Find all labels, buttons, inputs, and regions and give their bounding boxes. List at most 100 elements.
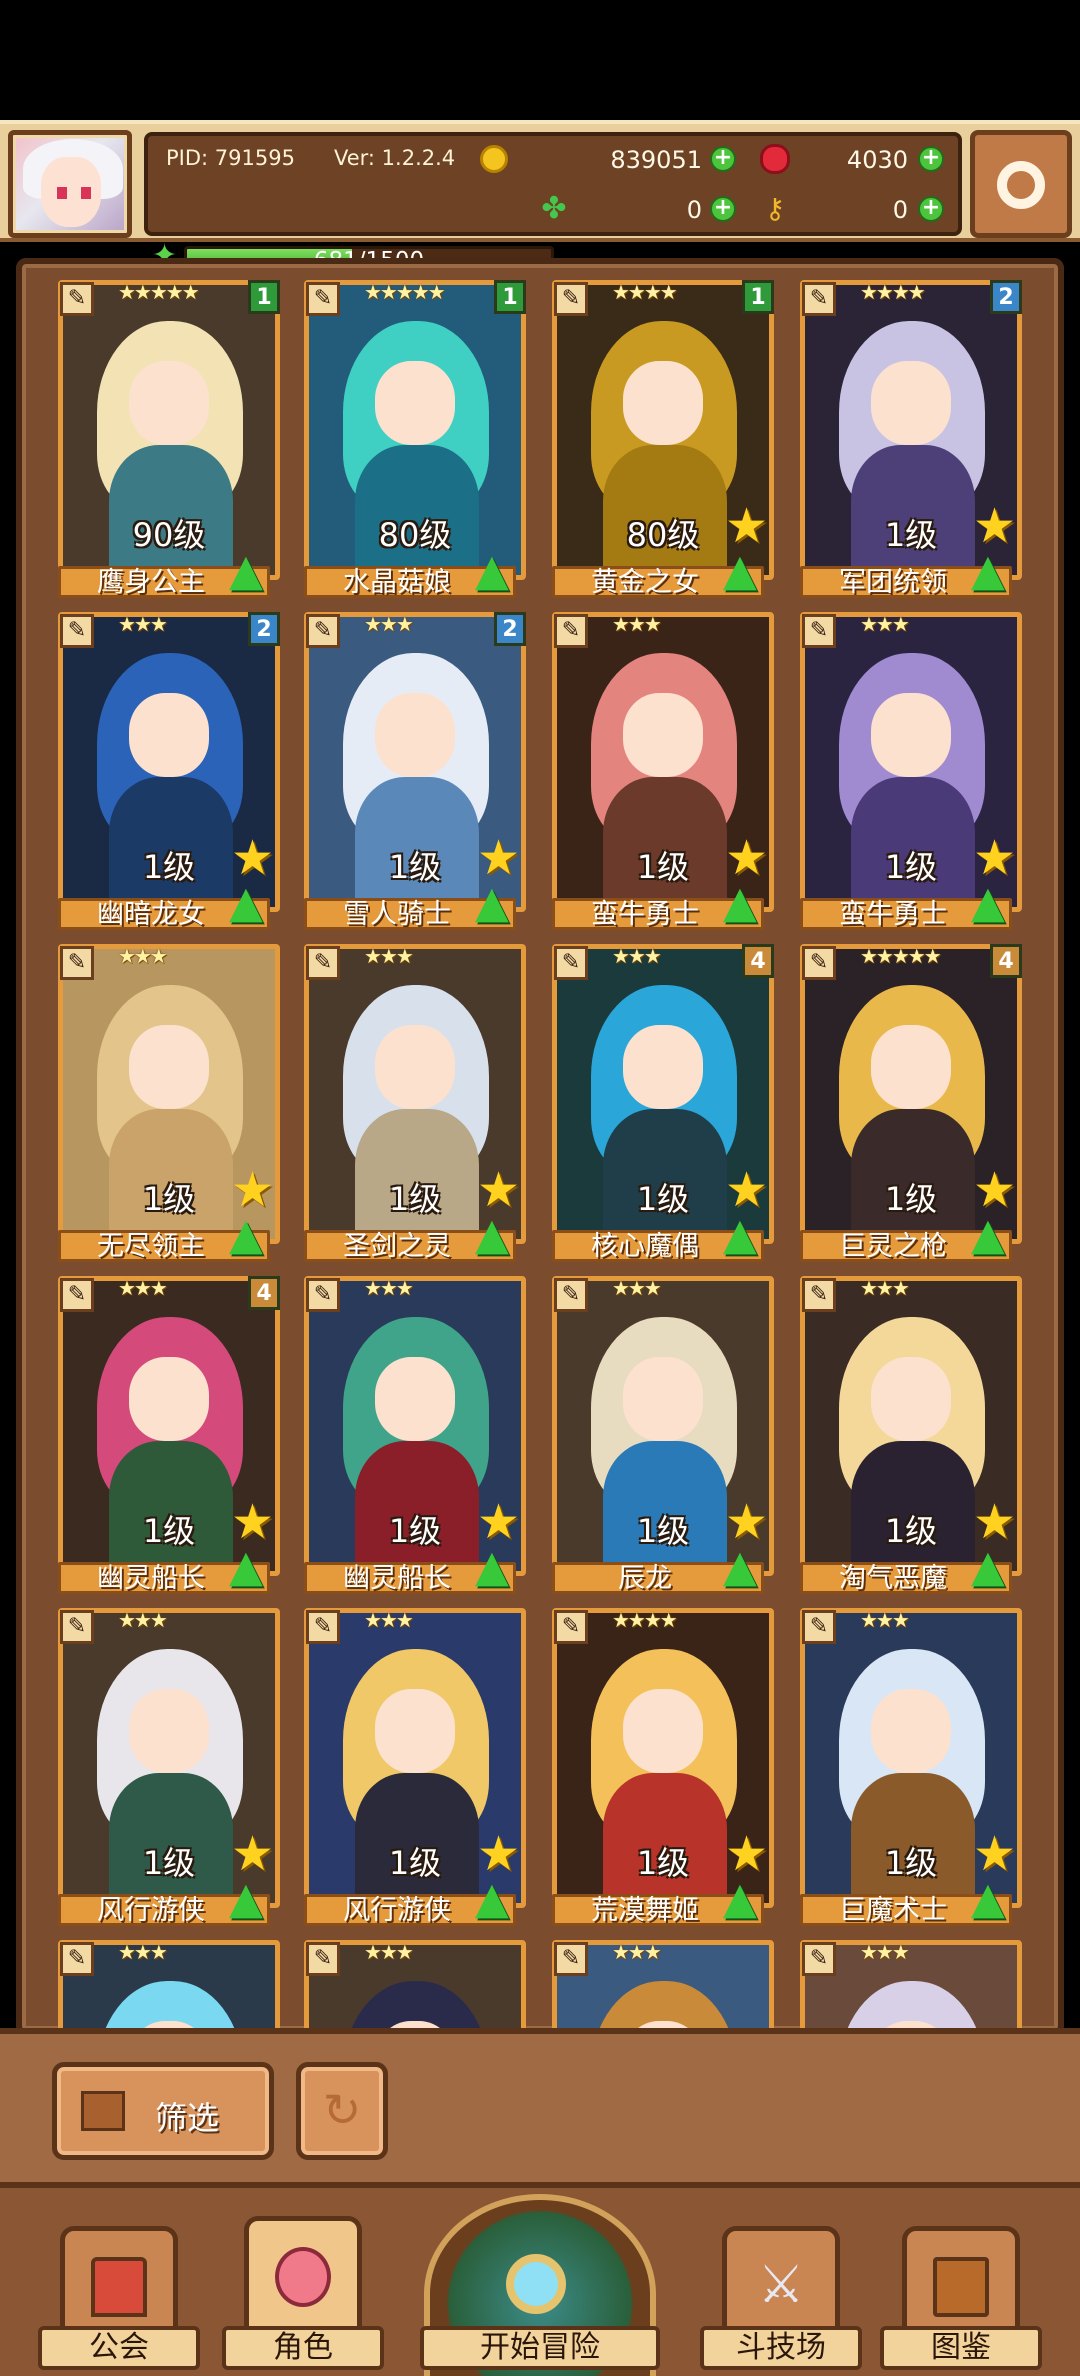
card-name: 黄金之女 <box>591 567 699 598</box>
character-card[interactable]: ✎ ★★★ <box>58 1940 280 2030</box>
star-rating: ★★★ <box>612 1940 662 1964</box>
character-card[interactable]: ✎ ★★★ 1级 ★ 圣剑之灵 ▲ <box>304 944 526 1262</box>
upgrade-arrow-icon: ▲ <box>229 1541 263 1592</box>
character-card[interactable]: ✎ ★★★ 4 1级 ★ 幽灵船长 ▲ <box>58 1276 280 1594</box>
character-card[interactable]: ✎ ★★★ 1级 ★ 幽灵船长 ▲ <box>304 1276 526 1594</box>
card-nameplate: 幽暗龙女 ▲ <box>58 881 270 930</box>
character-card[interactable]: ✎ ★★★ 1级 ★ 蛮牛勇士 ▲ <box>552 612 774 930</box>
character-card[interactable]: ✎ ★★★★★ 1 80级 水晶菇娘 ▲ <box>304 280 526 598</box>
character-card[interactable]: ✎ ★★★ 1级 ★ 风行游侠 ▲ <box>304 1608 526 1926</box>
upgrade-arrow-icon: ▲ <box>475 877 509 928</box>
weapon-type-icon: ✎ <box>306 614 340 648</box>
nav-codex[interactable]: 图鉴 <box>880 2222 1042 2372</box>
card-nameplate: 无尽领主 ▲ <box>58 1213 270 1262</box>
nav-start-adventure[interactable]: 开始冒险 <box>418 2188 662 2376</box>
character-card[interactable]: ✎ ★★★ <box>304 1940 526 2030</box>
card-name: 圣剑之灵 <box>343 1231 451 1262</box>
character-card[interactable]: ✎ ★★★ 2 1级 ★ 雪人骑士 ▲ <box>304 612 526 930</box>
upgrade-arrow-icon: ▲ <box>971 1873 1005 1924</box>
upgrade-arrow-icon: ▲ <box>723 545 757 596</box>
character-card[interactable]: ✎ ★★★ 1级 ★ 淘气恶魔 ▲ <box>800 1276 1022 1594</box>
nav-guild[interactable]: 公会 <box>38 2222 200 2372</box>
character-card[interactable]: ✎ ★★★ <box>552 1940 774 2030</box>
gold-coin-icon <box>480 145 508 173</box>
tier-badge: 4 <box>990 944 1022 978</box>
nav-character-label: 角色 <box>222 2326 384 2370</box>
player-avatar[interactable] <box>8 130 132 238</box>
weapon-type-icon: ✎ <box>60 946 94 980</box>
star-icon: ★ <box>724 1162 768 1218</box>
upgrade-arrow-icon: ▲ <box>723 1873 757 1924</box>
upgrade-arrow-icon: ▲ <box>229 545 263 596</box>
character-card[interactable]: ✎ ★★★★★ 1 90级 鹰身公主 ▲ <box>58 280 280 598</box>
character-card[interactable]: ✎ ★★★ 2 1级 ★ 幽暗龙女 ▲ <box>58 612 280 930</box>
card-nameplate: 巨灵之枪 ▲ <box>800 1213 1012 1262</box>
card-nameplate: 核心魔偶 ▲ <box>552 1213 764 1262</box>
card-nameplate: 军团统领 ▲ <box>800 549 1012 598</box>
character-board[interactable]: ✎ ★★★★★ 1 90级 鹰身公主 ▲ ✎ ★★★★★ 1 80级 水晶菇娘 ▲ ✎ ★★★★ 1 80级 ★… <box>16 258 1064 2036</box>
clover-amount: 0 <box>686 196 702 224</box>
weapon-type-icon: ✎ <box>306 1942 340 1976</box>
weapon-type-icon: ✎ <box>60 1610 94 1644</box>
upgrade-arrow-icon: ▲ <box>723 1209 757 1260</box>
upgrade-arrow-icon: ▲ <box>971 1541 1005 1592</box>
filter-button[interactable]: 筛选 <box>52 2062 274 2160</box>
star-icon: ★ <box>972 498 1016 554</box>
star-rating: ★★★★ <box>612 1608 678 1632</box>
settings-button[interactable] <box>970 130 1072 238</box>
card-name: 淘气恶魔 <box>839 1563 947 1594</box>
tier-badge: 2 <box>248 612 280 646</box>
add-key-button[interactable]: + <box>918 196 944 222</box>
weapon-type-icon: ✎ <box>554 1278 588 1312</box>
star-icon: ★ <box>230 830 274 886</box>
card-nameplate: 鹰身公主 ▲ <box>58 549 270 598</box>
upgrade-arrow-icon: ▲ <box>971 1209 1005 1260</box>
tier-badge: 4 <box>742 944 774 978</box>
card-name: 巨灵之枪 <box>839 1231 947 1262</box>
card-name: 荒漠舞姬 <box>591 1895 699 1926</box>
card-nameplate: 风行游侠 ▲ <box>304 1877 516 1926</box>
tier-badge: 4 <box>248 1276 280 1310</box>
character-card[interactable]: ✎ ★★★ 1级 ★ 巨魔术士 ▲ <box>800 1608 1022 1926</box>
weapon-type-icon: ✎ <box>554 282 588 316</box>
card-name: 鹰身公主 <box>97 567 205 598</box>
top-bar: PID: 791595 Ver: 1.2.2.4 839051 + 4030 +… <box>0 120 1080 276</box>
game-version: Ver: 1.2.2.4 <box>334 146 456 170</box>
weapon-type-icon: ✎ <box>306 1610 340 1644</box>
star-rating: ★★★ <box>118 1608 168 1632</box>
nav-character[interactable]: 角色 <box>222 2216 384 2372</box>
star-icon: ★ <box>476 1826 520 1882</box>
nav-arena[interactable]: ⚔ 斗技场 <box>700 2222 862 2372</box>
star-rating: ★★★ <box>860 1940 910 1964</box>
add-gold-button[interactable]: + <box>710 146 736 172</box>
reset-button[interactable]: ↻ <box>296 2062 388 2160</box>
upgrade-arrow-icon: ▲ <box>475 1209 509 1260</box>
character-face-icon <box>275 2247 331 2307</box>
character-card[interactable]: ✎ ★★★ <box>800 1940 1022 2030</box>
guild-house-icon <box>91 2257 147 2317</box>
character-card[interactable]: ✎ ★★★★ 2 1级 ★ 军团统领 ▲ <box>800 280 1022 598</box>
character-card[interactable]: ✎ ★★★ 1级 ★ 无尽领主 ▲ <box>58 944 280 1262</box>
star-rating: ★★★★★ <box>118 280 200 304</box>
star-rating: ★★★ <box>364 1608 414 1632</box>
character-card[interactable]: ✎ ★★★★★ 4 1级 ★ 巨灵之枪 ▲ <box>800 944 1022 1262</box>
character-card[interactable]: ✎ ★★★ 1级 ★ 辰龙 ▲ <box>552 1276 774 1594</box>
tier-badge: 1 <box>742 280 774 314</box>
card-name: 辰龙 <box>618 1563 672 1594</box>
add-clover-button[interactable]: + <box>710 196 736 222</box>
weapon-type-icon: ✎ <box>60 1942 94 1976</box>
upgrade-arrow-icon: ▲ <box>971 877 1005 928</box>
nav-arena-label: 斗技场 <box>700 2326 862 2370</box>
upgrade-arrow-icon: ▲ <box>971 545 1005 596</box>
gear-icon <box>997 161 1045 209</box>
ruby-gem-icon <box>760 144 790 174</box>
character-card[interactable]: ✎ ★★★ 1级 ★ 蛮牛勇士 ▲ <box>800 612 1022 930</box>
star-rating: ★★★ <box>860 1608 910 1632</box>
character-card[interactable]: ✎ ★★★★ 1 80级 ★ 黄金之女 ▲ <box>552 280 774 598</box>
character-card[interactable]: ✎ ★★★★ 1级 ★ 荒漠舞姬 ▲ <box>552 1608 774 1926</box>
upgrade-arrow-icon: ▲ <box>723 1541 757 1592</box>
character-card[interactable]: ✎ ★★★ 4 1级 ★ 核心魔偶 ▲ <box>552 944 774 1262</box>
character-card[interactable]: ✎ ★★★ 1级 ★ 风行游侠 ▲ <box>58 1608 280 1926</box>
star-icon: ★ <box>972 1162 1016 1218</box>
add-gem-button[interactable]: + <box>918 146 944 172</box>
